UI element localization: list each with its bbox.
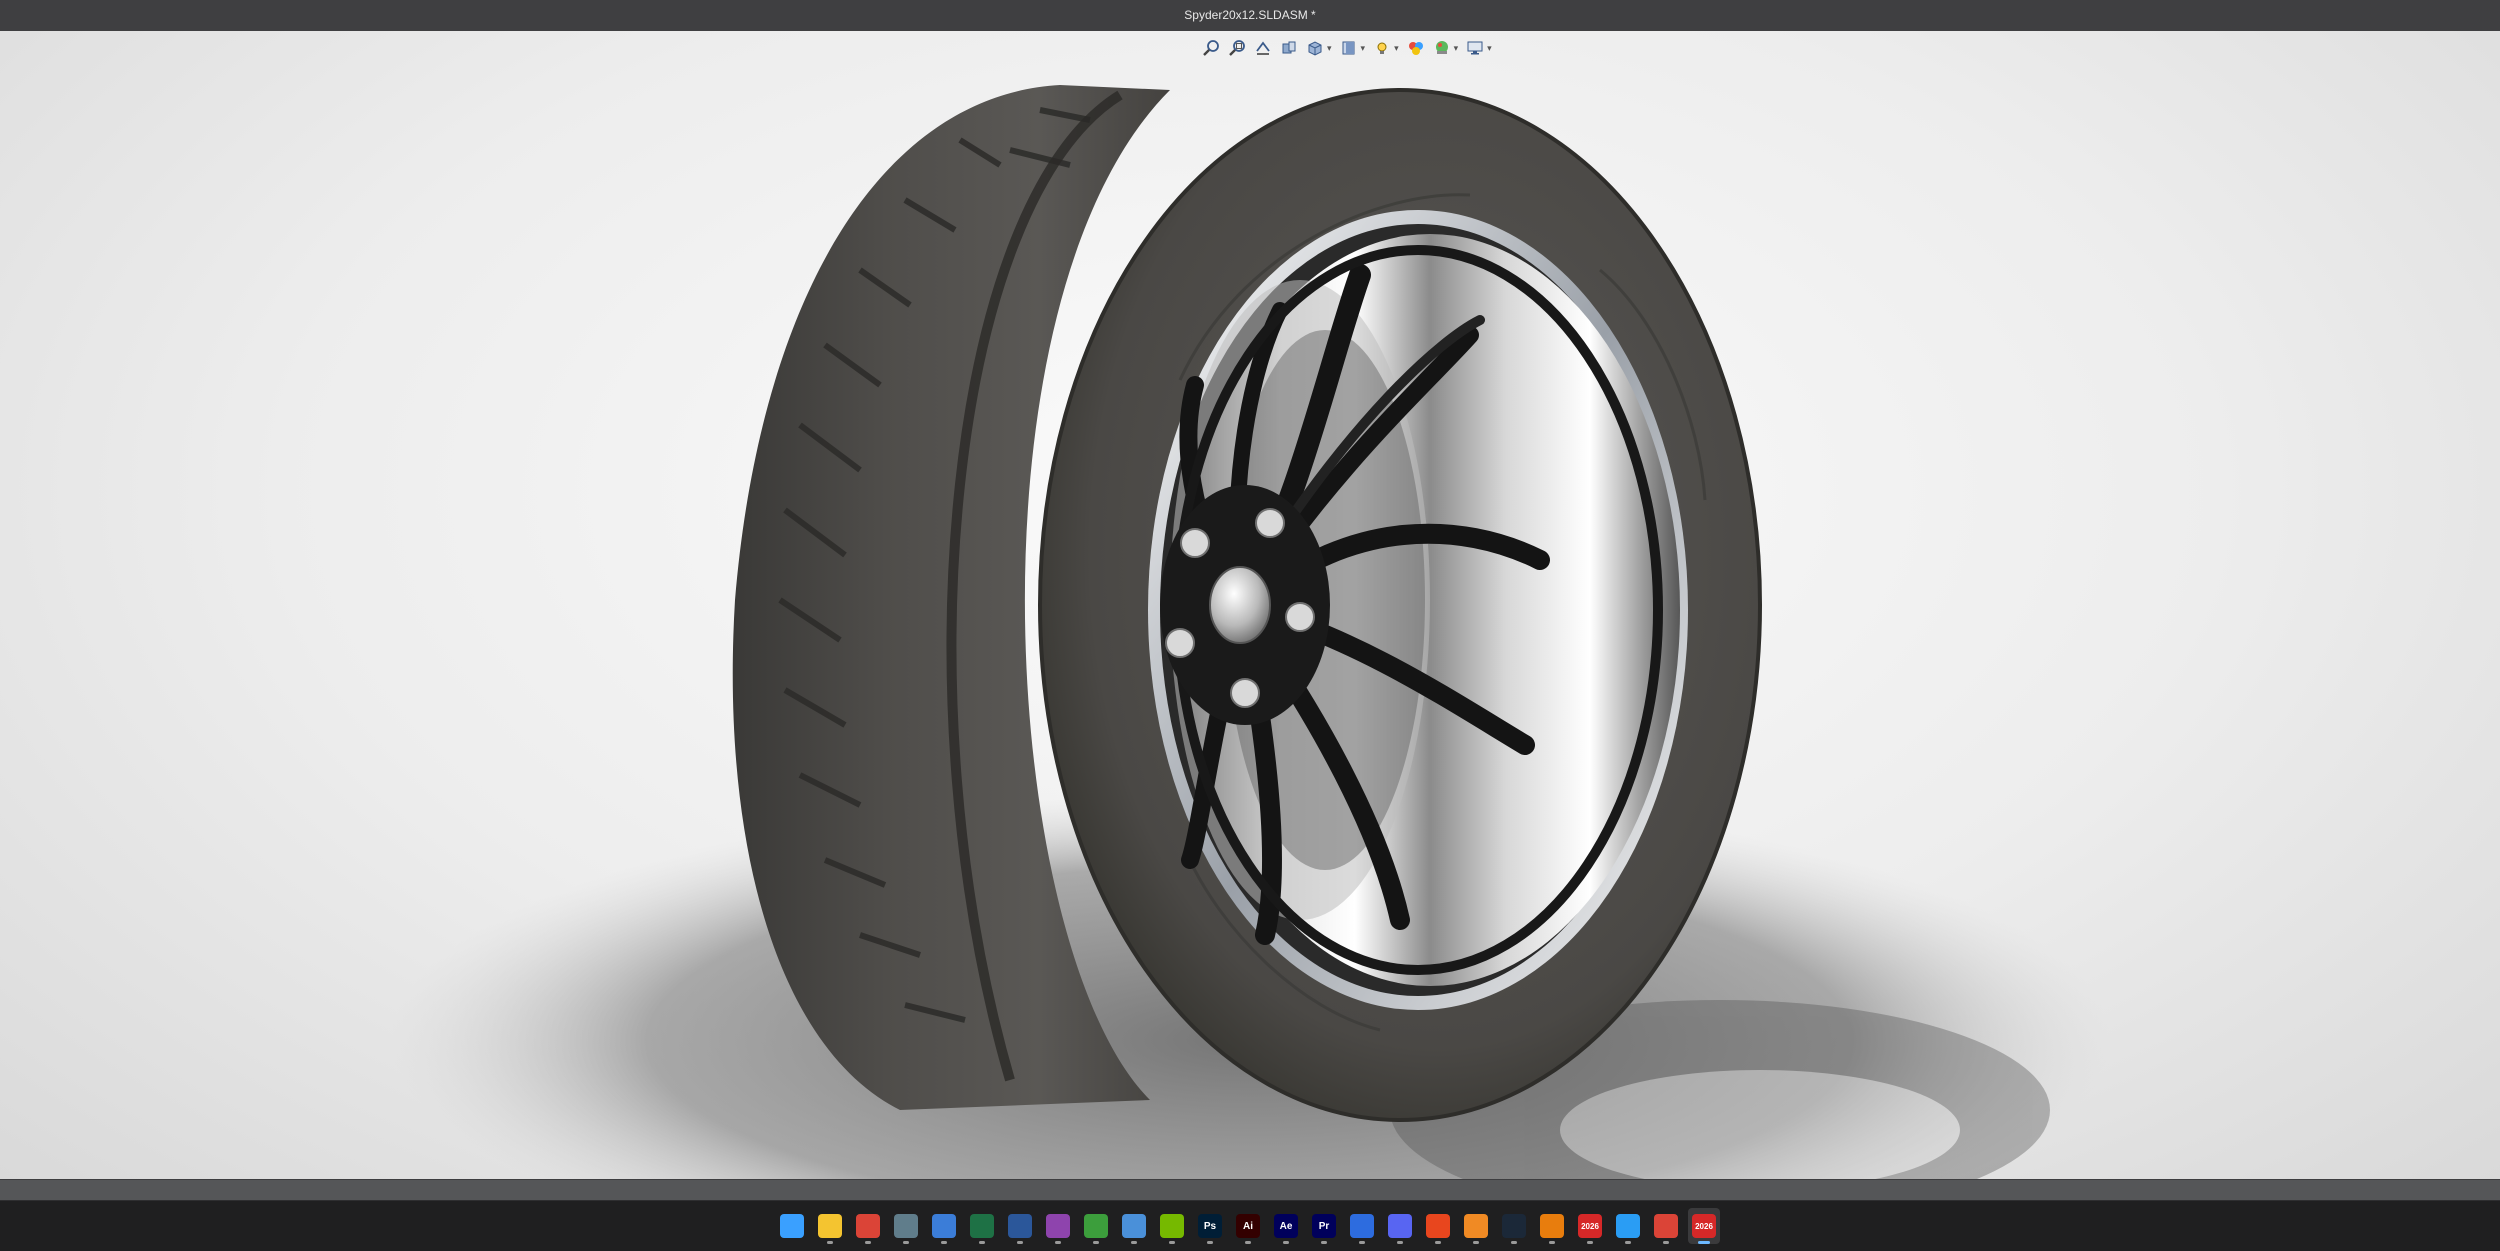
status-bar [0,1179,2500,1201]
running-indicator [1663,1241,1669,1244]
taskbar-apps: Ps Ai Ae Pr 2026 2026 [776,1208,1720,1244]
running-indicator [1698,1241,1710,1244]
title-bar: Spyder20x12.SLDASM * [0,0,2500,32]
calculator-icon[interactable] [890,1208,922,1244]
discord-icon[interactable] [1384,1208,1416,1244]
taskbar-app-glyph [1654,1214,1678,1238]
messenger-icon[interactable] [1346,1208,1378,1244]
taskbar-app-glyph: Pr [1312,1214,1336,1238]
phone-link-icon[interactable] [1118,1208,1150,1244]
solidworks-2026-active-icon[interactable]: 2026 [1688,1208,1720,1244]
running-indicator [1131,1241,1137,1244]
after-effects-icon[interactable]: Ae [1270,1208,1302,1244]
taskbar-app-glyph [1426,1214,1450,1238]
running-indicator [1321,1241,1327,1244]
running-indicator [1055,1241,1061,1244]
fusion-icon[interactable] [1460,1208,1492,1244]
running-indicator [1587,1241,1593,1244]
illustrator-icon[interactable]: Ai [1232,1208,1264,1244]
screen-recorder-icon[interactable] [1042,1208,1074,1244]
running-indicator [1435,1241,1441,1244]
taskbar-app-glyph [856,1214,880,1238]
nvidia-icon[interactable] [1156,1208,1188,1244]
taskbar-app-glyph [932,1214,956,1238]
running-indicator [1207,1241,1213,1244]
windows-start-icon[interactable] [776,1208,808,1244]
window-title: Spyder20x12.SLDASM * [1184,8,1316,22]
taskbar-app-glyph [818,1214,842,1238]
taskbar-app-glyph [1046,1214,1070,1238]
taskbar: Ps Ai Ae Pr 2026 2026 [0,1200,2500,1251]
running-indicator [1017,1241,1023,1244]
taskbar-app-glyph [1616,1214,1640,1238]
chrome-icon[interactable] [852,1208,884,1244]
running-indicator [979,1241,985,1244]
running-indicator [903,1241,909,1244]
running-indicator [1511,1241,1517,1244]
taskbar-app-glyph: Ps [1198,1214,1222,1238]
wheel-3d-model[interactable] [0,31,2500,1179]
taskbar-app-glyph [1502,1214,1526,1238]
photoshop-icon[interactable]: Ps [1194,1208,1226,1244]
taskbar-app-glyph: Ae [1274,1214,1298,1238]
taskbar-app-glyph [1084,1214,1108,1238]
running-indicator [827,1241,833,1244]
taskbar-app-glyph [780,1214,804,1238]
running-indicator [1169,1241,1175,1244]
taskbar-app-glyph [1122,1214,1146,1238]
3d-viewer-icon[interactable] [1612,1208,1644,1244]
taskbar-app-glyph [894,1214,918,1238]
taskbar-app-glyph [1388,1214,1412,1238]
chrome-profile-icon[interactable] [1650,1208,1682,1244]
taskbar-app-glyph [1540,1214,1564,1238]
running-indicator [1359,1241,1365,1244]
running-indicator [1549,1241,1555,1244]
taskbar-app-glyph [1350,1214,1374,1238]
taskbar-app-glyph: 2026 [1578,1214,1602,1238]
running-indicator [1397,1241,1403,1244]
running-indicator [941,1241,947,1244]
calendar-icon[interactable] [928,1208,960,1244]
taskbar-app-glyph [1008,1214,1032,1238]
running-indicator [1473,1241,1479,1244]
ea-app-icon[interactable] [1422,1208,1454,1244]
running-indicator [1093,1241,1099,1244]
running-indicator [1283,1241,1289,1244]
steam-icon[interactable] [1498,1208,1530,1244]
running-indicator [865,1241,871,1244]
file-explorer-icon[interactable] [814,1208,846,1244]
excel-icon[interactable] [966,1208,998,1244]
taskbar-app-glyph: Ai [1236,1214,1260,1238]
taskbar-app-glyph [970,1214,994,1238]
taskbar-app-glyph [1160,1214,1184,1238]
xbox-icon[interactable] [1080,1208,1112,1244]
running-indicator [1625,1241,1631,1244]
taskbar-app-glyph: 2026 [1692,1214,1716,1238]
premiere-icon[interactable]: Pr [1308,1208,1340,1244]
running-indicator [1245,1241,1251,1244]
blender-icon[interactable] [1536,1208,1568,1244]
word-icon[interactable] [1004,1208,1036,1244]
solidworks-2026-icon[interactable]: 2026 [1574,1208,1606,1244]
taskbar-app-glyph [1464,1214,1488,1238]
graphics-viewport[interactable]: ▾ ▾ ▾ ▾ ▾ [0,31,2500,1179]
